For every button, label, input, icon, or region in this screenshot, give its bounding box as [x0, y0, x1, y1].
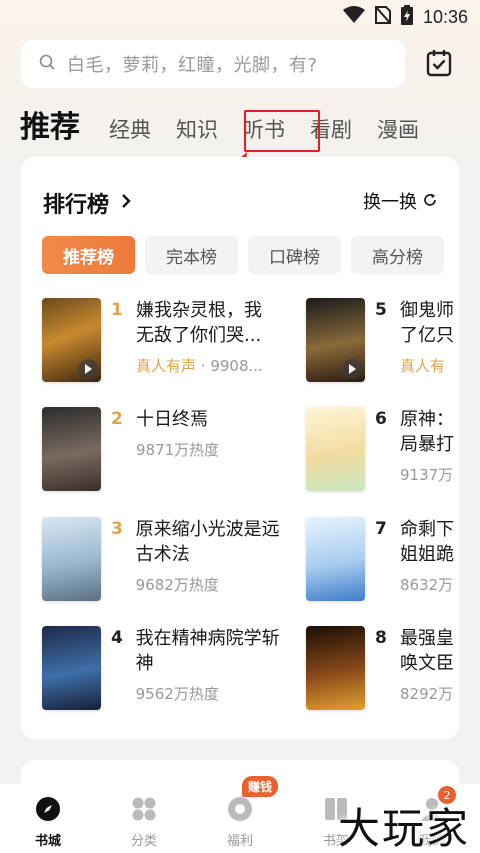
- rank-number: 6: [375, 409, 387, 429]
- rank-number: 5: [375, 300, 387, 320]
- nav-label: 书城: [34, 834, 61, 849]
- nav-category[interactable]: 分类: [104, 796, 184, 849]
- annotation-highlight-box: [244, 110, 320, 152]
- book-heat: 8632万: [400, 576, 454, 594]
- book-item[interactable]: 5 御鬼师了亿只 真人有: [306, 298, 459, 382]
- book-meta: 真人有: [400, 355, 454, 376]
- chevron-right-icon: [121, 193, 131, 213]
- book-heat: 9562万热度: [135, 685, 219, 703]
- ranking-chips: 推荐榜 完本榜 口碑榜 高分榜: [42, 236, 444, 274]
- book-title: 最强皇唤文臣: [400, 628, 454, 674]
- book-cover: [42, 517, 101, 601]
- no-sim-icon: [374, 5, 392, 28]
- book-item[interactable]: 7 命剩下姐姐跪 8632万: [306, 517, 459, 601]
- refresh-icon: [423, 191, 437, 212]
- ranking-title: 排行榜: [43, 193, 110, 218]
- book-item[interactable]: 6 原神：局暴打 9137万: [306, 407, 459, 491]
- refresh-label: 换一换: [363, 192, 417, 213]
- book-heat: · 9908...: [196, 357, 263, 375]
- book-title: 原来缩小光波是远古术法: [135, 519, 280, 565]
- tab-classic[interactable]: 经典: [109, 114, 151, 156]
- search-icon: [39, 54, 55, 74]
- grid-icon: [131, 796, 157, 826]
- ranking-header[interactable]: 排行榜: [43, 187, 131, 219]
- book-heat: 9137万: [400, 466, 454, 484]
- book-title: 命剩下姐姐跪: [400, 519, 454, 565]
- gift-icon: [227, 796, 253, 826]
- chip-recommend[interactable]: 推荐榜: [42, 236, 135, 274]
- ranking-card: 排行榜 换一换 推荐榜 完本榜 口碑榜 高分榜 1 嫌我杂灵根，我无敌了你们哭.…: [21, 157, 459, 739]
- book-cover: [42, 298, 101, 382]
- nav-bookstore[interactable]: 书城: [8, 796, 88, 849]
- rank-number: 3: [111, 519, 123, 539]
- clock: 10:36: [422, 6, 468, 27]
- tab-recommend[interactable]: 推荐: [20, 102, 80, 156]
- book-heat: 9682万热度: [135, 576, 219, 594]
- tab-comics[interactable]: 漫画: [377, 114, 419, 156]
- nav-label: 分类: [130, 834, 157, 849]
- search-input[interactable]: 白毛，萝莉，红瞳，光脚，有?: [21, 40, 405, 88]
- book-cover: [306, 517, 365, 601]
- book-item[interactable]: 2 十日终焉 9871万热度: [42, 407, 282, 491]
- wifi-icon: [342, 6, 365, 28]
- chip-high-score[interactable]: 高分榜: [351, 236, 444, 274]
- earn-badge: 赚钱: [242, 776, 279, 797]
- play-icon: [78, 359, 98, 379]
- chip-reputation[interactable]: 口碑榜: [248, 236, 341, 274]
- watermark-logo: 大玩家: [337, 804, 470, 853]
- refresh-button[interactable]: 换一换: [363, 188, 437, 214]
- voice-tag: 真人有声: [136, 357, 197, 375]
- calendar-check-icon[interactable]: [424, 48, 454, 78]
- book-cover: [306, 407, 365, 491]
- chip-completed[interactable]: 完本榜: [145, 236, 238, 274]
- rank-number: 8: [375, 628, 387, 648]
- rank-number: 1: [111, 300, 123, 320]
- status-bar: 10:36: [0, 0, 480, 34]
- rank-number: 4: [111, 628, 123, 648]
- play-icon: [342, 359, 362, 379]
- battery-charging-icon: [400, 5, 413, 29]
- book-title: 嫌我杂灵根，我无敌了你们哭...: [136, 300, 262, 346]
- book-title: 御鬼师了亿只: [400, 300, 454, 346]
- search-placeholder: 白毛，萝莉，红瞳，光脚，有?: [67, 55, 318, 76]
- nav-label: 福利: [226, 834, 253, 849]
- rank-number: 2: [111, 409, 123, 429]
- book-cover: [42, 626, 101, 710]
- book-item[interactable]: 1 嫌我杂灵根，我无敌了你们哭... 真人有声 · 9908...: [42, 298, 282, 382]
- book-cover: [306, 626, 365, 710]
- book-heat: 9871万热度: [136, 441, 220, 459]
- book-item[interactable]: 3 原来缩小光波是远古术法 9682万热度: [42, 517, 282, 601]
- compass-icon: [35, 796, 61, 826]
- book-title: 十日终焉: [136, 409, 208, 430]
- book-item[interactable]: 8 最强皇唤文臣 8292万: [306, 626, 459, 710]
- book-item[interactable]: 4 我在精神病院学斩神 9562万热度: [42, 626, 282, 710]
- book-title: 原神：局暴打: [400, 409, 454, 455]
- nav-welfare[interactable]: 赚钱 福利: [200, 776, 280, 849]
- voice-tag: 真人有: [400, 357, 446, 375]
- book-cover: [306, 298, 365, 382]
- search-row: 白毛，萝莉，红瞳，光脚，有?: [21, 40, 461, 88]
- book-cover: [42, 407, 101, 491]
- book-meta: 真人有声 · 9908...: [136, 355, 272, 376]
- book-heat: 8292万: [400, 685, 454, 703]
- book-title: 我在精神病院学斩神: [135, 628, 280, 674]
- rank-number: 7: [375, 519, 387, 539]
